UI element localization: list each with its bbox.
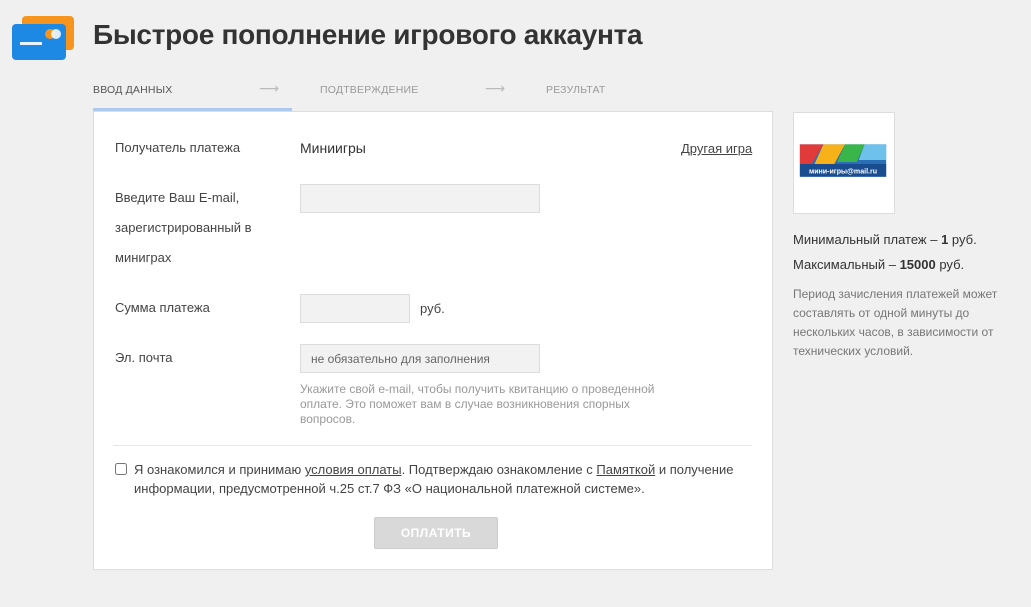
min-payment-unit: руб. — [948, 232, 977, 247]
email-label-line3: миниграх — [115, 250, 172, 265]
recipient-label: Получатель платежа — [115, 140, 241, 155]
amount-label: Сумма платежа — [115, 300, 210, 315]
arrow-right-icon: ⟶ — [485, 80, 506, 96]
min-payment: Минимальный платеж – 1 руб. — [793, 232, 977, 247]
agree-text-part1: Я ознакомился и принимаю — [134, 462, 305, 477]
progress-steps: Ввод данных ⟶ Подтверждение ⟶ Результат — [93, 80, 773, 112]
pay-button[interactable]: ОПЛАТИТЬ — [374, 517, 498, 549]
amount-input[interactable] — [300, 294, 410, 323]
min-payment-label: Минимальный платеж – — [793, 232, 942, 247]
email-label-line2: зарегистрированный в — [115, 220, 252, 235]
contact-email-label: Эл. почта — [115, 350, 173, 365]
memo-link[interactable]: Памяткой — [596, 462, 655, 477]
recipient-value: Миниигры — [300, 140, 366, 156]
game-thumbnail[interactable]: мини-игры@mail.ru — [793, 112, 895, 214]
game-logo: мини-игры@mail.ru — [799, 144, 887, 177]
terms-link[interactable]: условия оплаты — [305, 462, 402, 477]
payment-cards-icon — [12, 16, 74, 60]
agree-text-part2: . Подтверждаю ознакомление с — [401, 462, 597, 477]
step-input-data: Ввод данных — [93, 84, 173, 96]
contact-email-hint: Укажите свой e-mail, чтобы получить квит… — [300, 382, 655, 426]
page-title: Быстрое пополнение игрового аккаунта — [93, 19, 643, 50]
other-game-link[interactable]: Другая игра — [681, 141, 752, 156]
game-logo-text: мини-игры@mail.ru — [809, 168, 877, 175]
payment-form: Получатель платежа Миниигры Другая игра … — [93, 111, 773, 570]
agree-text: Я ознакомился и принимаю условия оплаты.… — [134, 460, 754, 498]
step-confirmation: Подтверждение — [320, 84, 419, 96]
contact-email-input[interactable] — [300, 344, 540, 373]
step-result: Результат — [546, 84, 606, 96]
arrow-right-icon: ⟶ — [259, 80, 280, 96]
email-label-line1: Введите Ваш E-mail, — [115, 190, 240, 205]
game-email-input[interactable] — [300, 184, 540, 213]
max-payment: Максимальный – 15000 руб. — [793, 257, 964, 272]
amount-unit: руб. — [420, 301, 445, 316]
divider — [113, 445, 752, 446]
max-payment-unit: руб. — [935, 257, 965, 272]
crediting-period-note: Период зачисления платежей может составл… — [793, 287, 998, 358]
max-payment-label: Максимальный – — [793, 257, 900, 272]
agree-checkbox[interactable] — [115, 463, 127, 475]
max-payment-value: 15000 — [899, 257, 936, 272]
